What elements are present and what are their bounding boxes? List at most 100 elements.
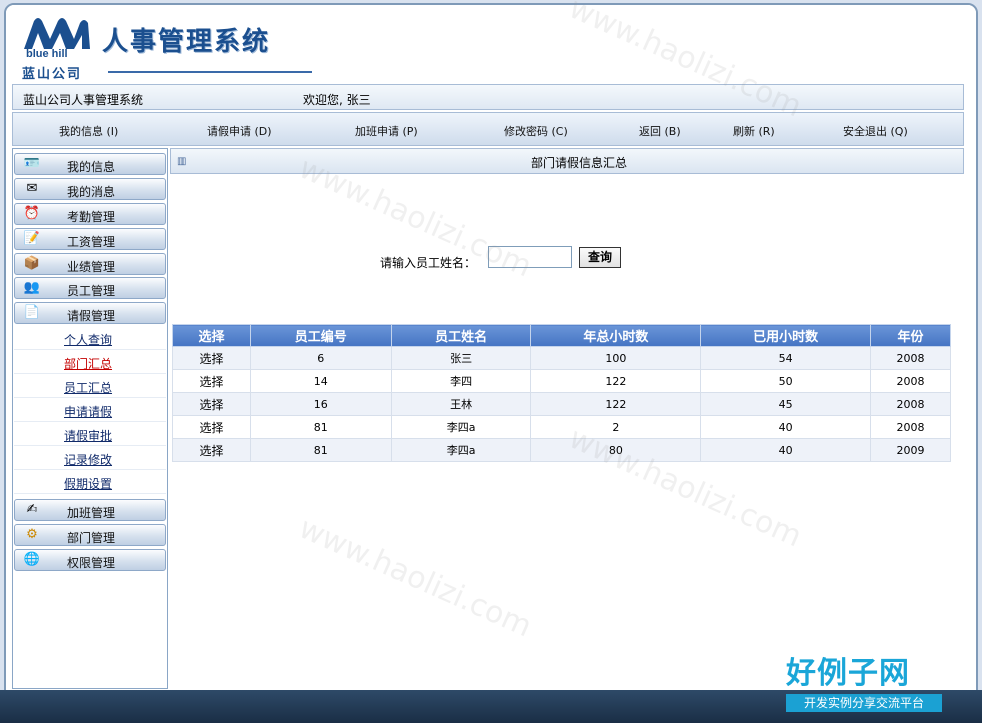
- cell-employee-name: 张三: [390, 346, 532, 370]
- cell-annual-hours: 80: [530, 438, 702, 462]
- cell-used-hours: 40: [700, 438, 872, 462]
- menu-overtime[interactable]: ✍ 加班管理: [14, 499, 166, 521]
- clock-icon: ⏰: [23, 206, 41, 221]
- menu-leave[interactable]: 📄 请假管理: [14, 302, 166, 324]
- menu-label: 考勤管理: [67, 210, 116, 224]
- submenu-holiday-settings[interactable]: 假期设置: [64, 475, 112, 492]
- app-title: 人事管理系统: [102, 27, 271, 57]
- col-select: 选择: [172, 324, 251, 347]
- menu-department[interactable]: ⚙ 部门管理: [14, 524, 166, 546]
- submenu-item: 记录修改: [14, 446, 166, 470]
- logo-chinese: 蓝山公司: [22, 67, 83, 82]
- cell-year: 2008: [870, 392, 951, 416]
- nav-leave-request[interactable]: 请假申请 (D): [207, 123, 272, 139]
- top-nav: 我的信息 (I) 请假申请 (D) 加班申请 (P) 修改密码 (C) 返回 (…: [12, 112, 964, 146]
- cell-employee-name: 王林: [390, 392, 532, 416]
- menu-my-info[interactable]: 🪪 我的信息: [14, 153, 166, 175]
- cell-employee-name: 李四a: [390, 415, 532, 439]
- welcome-text: 欢迎您, 张三: [303, 93, 371, 107]
- content-header: ▥ 部门请假信息汇总: [170, 148, 964, 174]
- sidebar: 🪪 我的信息 ✉ 我的消息 ⏰ 考勤管理 📝 工资管理 📦 业绩管理 👥 员工管…: [12, 148, 168, 689]
- person-card-icon: 🪪: [23, 156, 41, 171]
- logo-english: blue hill: [26, 48, 68, 60]
- system-name: 蓝山公司人事管理系统: [23, 93, 144, 107]
- cell-employee-id: 14: [249, 369, 392, 393]
- menu-label: 请假管理: [67, 309, 116, 323]
- globe-key-icon: 🌐: [23, 552, 41, 567]
- submenu-item: 申请请假: [14, 398, 166, 422]
- brand-watermark: 好例子网: [786, 656, 910, 691]
- cell-annual-hours: 122: [530, 369, 702, 393]
- submenu-personal-query[interactable]: 个人查询: [64, 331, 112, 348]
- table-row: 选择 16 王林 122 45 2008: [172, 392, 951, 416]
- employee-name-input[interactable]: [488, 246, 572, 268]
- select-link[interactable]: 选择: [172, 392, 251, 416]
- col-employee-name: 员工姓名: [390, 324, 532, 347]
- submenu-apply-leave[interactable]: 申请请假: [64, 403, 112, 420]
- cell-annual-hours: 122: [530, 392, 702, 416]
- brand-tagline: 开发实例分享交流平台: [786, 694, 942, 712]
- menu-label: 员工管理: [67, 284, 116, 298]
- table-row: 选择 81 李四a 2 40 2008: [172, 415, 951, 439]
- menu-permissions[interactable]: 🌐 权限管理: [14, 549, 166, 571]
- menu-label: 工资管理: [67, 235, 116, 249]
- nav-logout[interactable]: 安全退出 (Q): [843, 123, 908, 139]
- people-icon: 👥: [23, 280, 41, 295]
- nav-refresh[interactable]: 刷新 (R): [733, 123, 775, 139]
- cell-year: 2008: [870, 415, 951, 439]
- title-underline: [108, 71, 312, 73]
- select-link[interactable]: 选择: [172, 369, 251, 393]
- select-link[interactable]: 选择: [172, 438, 251, 462]
- cell-used-hours: 50: [700, 369, 872, 393]
- nav-change-password[interactable]: 修改密码 (C): [504, 123, 568, 139]
- menu-employee[interactable]: 👥 员工管理: [14, 277, 166, 299]
- select-link[interactable]: 选择: [172, 415, 251, 439]
- col-employee-id: 员工编号: [249, 324, 392, 347]
- submenu-item: 部门汇总: [14, 350, 166, 374]
- menu-label: 我的消息: [67, 185, 116, 199]
- table-row: 选择 6 张三 100 54 2008: [172, 346, 951, 370]
- gears-icon: ⚙: [26, 527, 38, 542]
- cell-year: 2008: [870, 346, 951, 370]
- cell-employee-id: 6: [249, 346, 392, 370]
- cell-employee-id: 81: [249, 438, 392, 462]
- notepad-icon: 📝: [23, 231, 41, 246]
- submenu-leave-approval[interactable]: 请假审批: [64, 427, 112, 444]
- col-used-hours: 已用小时数: [700, 324, 872, 347]
- nav-overtime-request[interactable]: 加班申请 (P): [355, 123, 418, 139]
- cell-annual-hours: 100: [530, 346, 702, 370]
- submenu-record-edit[interactable]: 记录修改: [64, 451, 112, 468]
- nav-back[interactable]: 返回 (B): [639, 123, 681, 139]
- content-title: 部门请假信息汇总: [531, 156, 628, 170]
- table-row: 选择 14 李四 122 50 2008: [172, 369, 951, 393]
- submenu-employee-summary[interactable]: 员工汇总: [64, 379, 112, 396]
- submenu-item: 假期设置: [14, 470, 166, 494]
- grid-icon: ▥: [177, 156, 187, 167]
- cell-used-hours: 40: [700, 415, 872, 439]
- message-icon: ✉: [26, 181, 38, 196]
- cell-used-hours: 54: [700, 346, 872, 370]
- cell-employee-name: 李四: [390, 369, 532, 393]
- select-link[interactable]: 选择: [172, 346, 251, 370]
- menu-salary[interactable]: 📝 工资管理: [14, 228, 166, 250]
- leave-summary-table: 选择 员工编号 员工姓名 年总小时数 已用小时数 年份 选择 6 张三 100 …: [172, 324, 951, 462]
- menu-my-messages[interactable]: ✉ 我的消息: [14, 178, 166, 200]
- menu-label: 部门管理: [67, 531, 116, 545]
- table-header-row: 选择 员工编号 员工姓名 年总小时数 已用小时数 年份: [172, 324, 951, 347]
- menu-performance[interactable]: 📦 业绩管理: [14, 253, 166, 275]
- menu-attendance[interactable]: ⏰ 考勤管理: [14, 203, 166, 225]
- cell-employee-id: 81: [249, 415, 392, 439]
- col-year: 年份: [870, 324, 951, 347]
- nav-my-info[interactable]: 我的信息 (I): [59, 123, 118, 139]
- header: blue hill 蓝山公司 人事管理系统: [6, 5, 976, 89]
- submenu-dept-summary[interactable]: 部门汇总: [64, 355, 112, 372]
- cell-used-hours: 45: [700, 392, 872, 416]
- info-bar: 蓝山公司人事管理系统 欢迎您, 张三: [12, 84, 964, 110]
- pencil-doc-icon: ✍: [26, 502, 38, 517]
- cell-year: 2009: [870, 438, 951, 462]
- menu-label: 加班管理: [67, 506, 116, 520]
- menu-label: 权限管理: [67, 556, 116, 570]
- submenu-item: 个人查询: [14, 326, 166, 350]
- query-button[interactable]: 查询: [579, 247, 621, 268]
- cell-employee-name: 李四a: [390, 438, 532, 462]
